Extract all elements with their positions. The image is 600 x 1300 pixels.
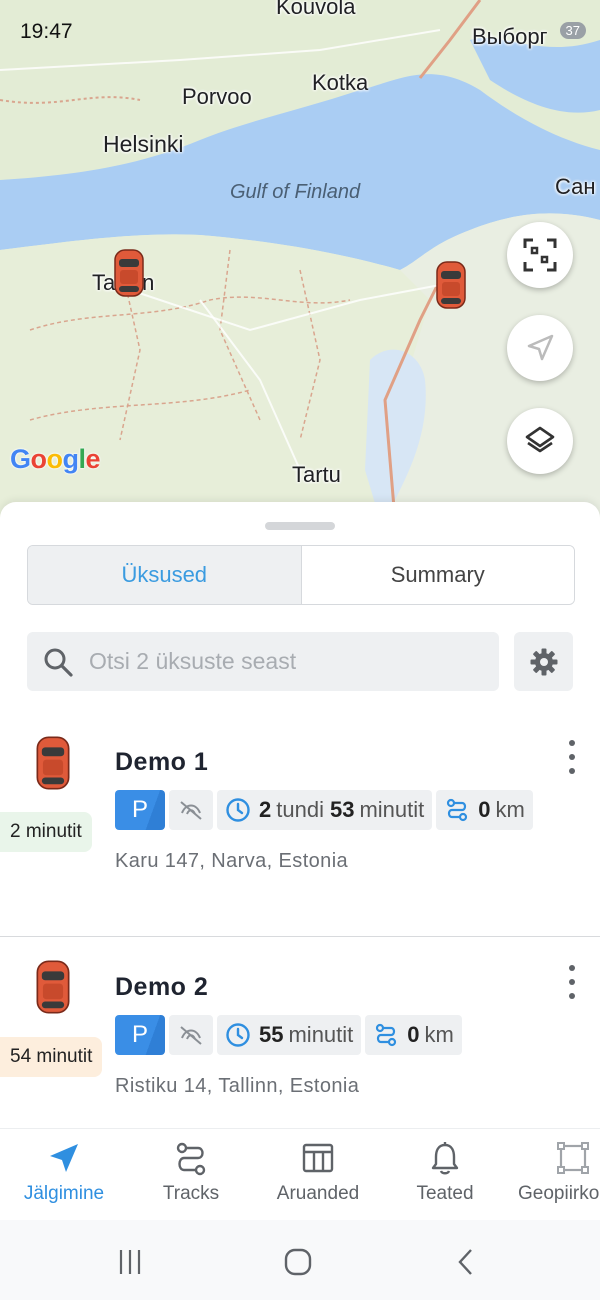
sheet-drag-handle[interactable] — [265, 522, 335, 530]
nav-geofences[interactable]: Geopiirkonnad — [508, 1129, 600, 1221]
status-chips: P 2 tundi 53 minutit 0 km — [115, 790, 533, 830]
distance-chip: 0 km — [365, 1015, 462, 1055]
google-logo: Google — [10, 444, 101, 474]
unit-row[interactable]: 54 minutit Demo 2 P 55 minutit 0 km Rist… — [0, 955, 600, 1155]
bottom-navigation: Jälgimine Tracks Aruanded Teated Geopiir… — [0, 1128, 600, 1221]
nav-tracks-label: Tracks — [162, 1183, 220, 1204]
locate-icon — [527, 334, 554, 361]
map-view[interactable]: 19:47 37 Kouvola Porvoo Kotka Helsinki G… — [0, 0, 600, 520]
battery-indicator: 37 — [559, 22, 586, 39]
fit-bounds-button[interactable] — [507, 222, 573, 288]
home-button[interactable] — [278, 1244, 318, 1280]
unit-name: Demo 2 — [115, 973, 209, 1001]
gear-icon — [530, 648, 557, 675]
map-label-tartu: Tartu — [292, 462, 341, 487]
status-chips: P 55 minutit 0 km — [115, 1015, 462, 1055]
last-update-badge: 2 minutit — [0, 812, 92, 852]
last-update-badge: 54 minutit — [0, 1037, 103, 1077]
units-bottom-sheet: Üksused Summary Otsi 2 üksuste seast 2 m… — [0, 502, 600, 1132]
tab-switcher: Üksused Summary — [27, 545, 575, 605]
parking-icon: P — [115, 1015, 165, 1055]
nav-geofences-label: Geopiirkonnad — [518, 1183, 600, 1204]
no-gps-icon — [169, 790, 213, 830]
route-icon — [447, 798, 468, 822]
tab-summary[interactable]: Summary — [301, 546, 574, 604]
search-box[interactable] — [27, 632, 499, 691]
system-navigation-bar — [0, 1220, 600, 1300]
no-gps-icon — [169, 1015, 213, 1055]
recent-apps-button[interactable] — [110, 1244, 150, 1280]
settings-button[interactable] — [514, 632, 573, 691]
map-label-helsinki: Helsinki — [103, 131, 184, 157]
fit-bounds-icon — [523, 238, 557, 272]
map-label-vyborg: Выборг — [472, 24, 548, 49]
tab-units[interactable]: Üksused — [28, 546, 302, 604]
map-label-kouvola: Kouvola — [276, 0, 356, 19]
unit-name: Demo 1 — [115, 748, 209, 776]
nav-reports[interactable]: Aruanded — [254, 1129, 382, 1221]
parking-icon: P — [115, 790, 165, 830]
clock-icon — [226, 798, 250, 822]
nav-tracks[interactable]: Tracks — [127, 1129, 255, 1221]
locate-button[interactable] — [507, 315, 573, 381]
unit-address: Ristiku 14, Tallinn, Estonia — [115, 1075, 360, 1097]
more-options-icon[interactable] — [562, 965, 582, 999]
search-icon — [44, 648, 73, 677]
clock-icon — [226, 1023, 250, 1047]
nav-tracking-label: Jälgimine — [23, 1183, 105, 1204]
table-icon — [302, 1143, 334, 1173]
back-icon — [458, 1249, 472, 1275]
nav-notifications-label: Teated — [416, 1183, 474, 1204]
map-label-san: Сан — [555, 174, 596, 199]
more-options-icon[interactable] — [562, 740, 582, 774]
unit-address: Karu 147, Narva, Estonia — [115, 850, 349, 872]
car-icon — [36, 960, 70, 1014]
car-marker-demo-2[interactable] — [112, 248, 146, 298]
navigation-arrow-icon — [50, 1144, 78, 1172]
geofence-icon — [557, 1142, 589, 1174]
distance-chip: 0 km — [436, 790, 533, 830]
map-label-porvoo: Porvoo — [182, 84, 252, 109]
map-label-gulf: Gulf of Finland — [230, 181, 361, 203]
bell-icon — [431, 1142, 459, 1175]
status-time: 19:47 — [20, 20, 73, 43]
recent-apps-icon — [119, 1250, 141, 1274]
nav-notifications[interactable]: Teated — [381, 1129, 509, 1221]
layers-icon — [525, 426, 555, 453]
search-input[interactable] — [87, 647, 481, 676]
map-label-kotka: Kotka — [312, 70, 369, 95]
layers-button[interactable] — [507, 408, 573, 474]
duration-chip: 2 tundi 53 minutit — [217, 790, 433, 830]
car-marker-demo-1[interactable] — [434, 260, 468, 310]
nav-tracking[interactable]: Jälgimine — [0, 1129, 128, 1221]
back-button[interactable] — [446, 1244, 486, 1280]
route-icon — [176, 1142, 206, 1176]
route-icon — [376, 1023, 397, 1047]
unit-row[interactable]: 2 minutit Demo 1 P 2 tundi 53 minutit 0 … — [0, 730, 600, 930]
nav-reports-label: Aruanded — [276, 1183, 360, 1204]
duration-chip: 55 minutit — [217, 1015, 362, 1055]
car-icon — [36, 736, 70, 790]
list-divider — [0, 936, 600, 937]
home-icon — [284, 1248, 312, 1276]
